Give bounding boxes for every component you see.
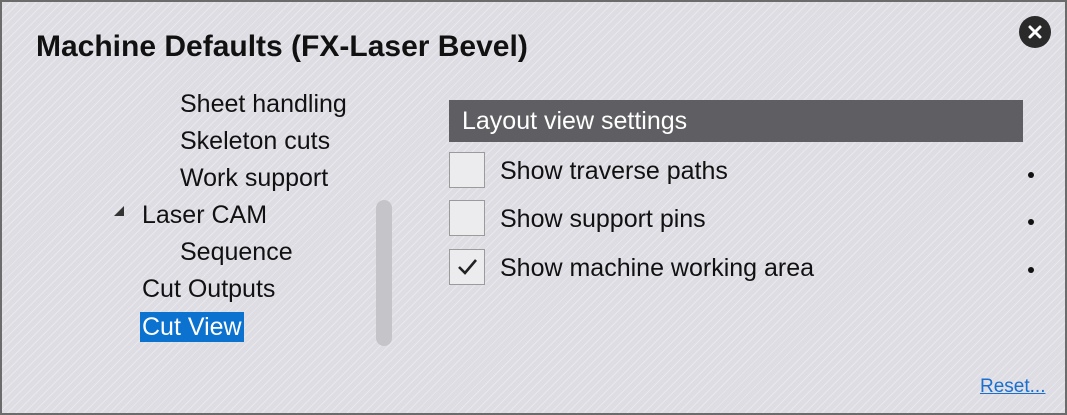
tree-item-sequence[interactable]: Sequence — [180, 237, 293, 267]
show-traverse-paths-checkbox[interactable] — [449, 152, 485, 188]
bullet-dot-icon — [1028, 172, 1034, 178]
tree-item-sheet-handling[interactable]: Sheet handling — [180, 89, 347, 119]
bullet-dot-icon — [1028, 219, 1034, 225]
tree-item-work-support[interactable]: Work support — [180, 163, 328, 193]
tree-item-cut-outputs[interactable]: Cut Outputs — [142, 274, 275, 304]
tree-item-laser-cam[interactable]: Laser CAM — [142, 200, 267, 230]
dialog-title: Machine Defaults (FX-Laser Bevel) — [36, 30, 528, 63]
show-support-pins-checkbox[interactable] — [449, 200, 485, 236]
tree-item-skeleton-cuts[interactable]: Skeleton cuts — [180, 126, 330, 156]
show-machine-working-area-label[interactable]: Show machine working area — [500, 249, 814, 287]
triangle-expanded-icon[interactable] — [114, 206, 124, 216]
show-traverse-paths-label[interactable]: Show traverse paths — [500, 152, 728, 190]
section-header: Layout view settings — [449, 100, 1023, 142]
close-icon — [1028, 25, 1042, 39]
reset-link[interactable]: Reset... — [980, 376, 1045, 398]
close-button[interactable] — [1019, 16, 1051, 48]
tree-item-cut-view[interactable]: Cut View — [140, 312, 244, 342]
checkmark-icon — [458, 259, 477, 275]
machine-defaults-dialog: Machine Defaults (FX-Laser Bevel) Sheet … — [0, 0, 1067, 415]
tree-scrollbar[interactable] — [376, 200, 392, 346]
bullet-dot-icon — [1028, 267, 1034, 273]
show-machine-working-area-checkbox[interactable] — [449, 249, 485, 285]
show-support-pins-label[interactable]: Show support pins — [500, 200, 706, 238]
